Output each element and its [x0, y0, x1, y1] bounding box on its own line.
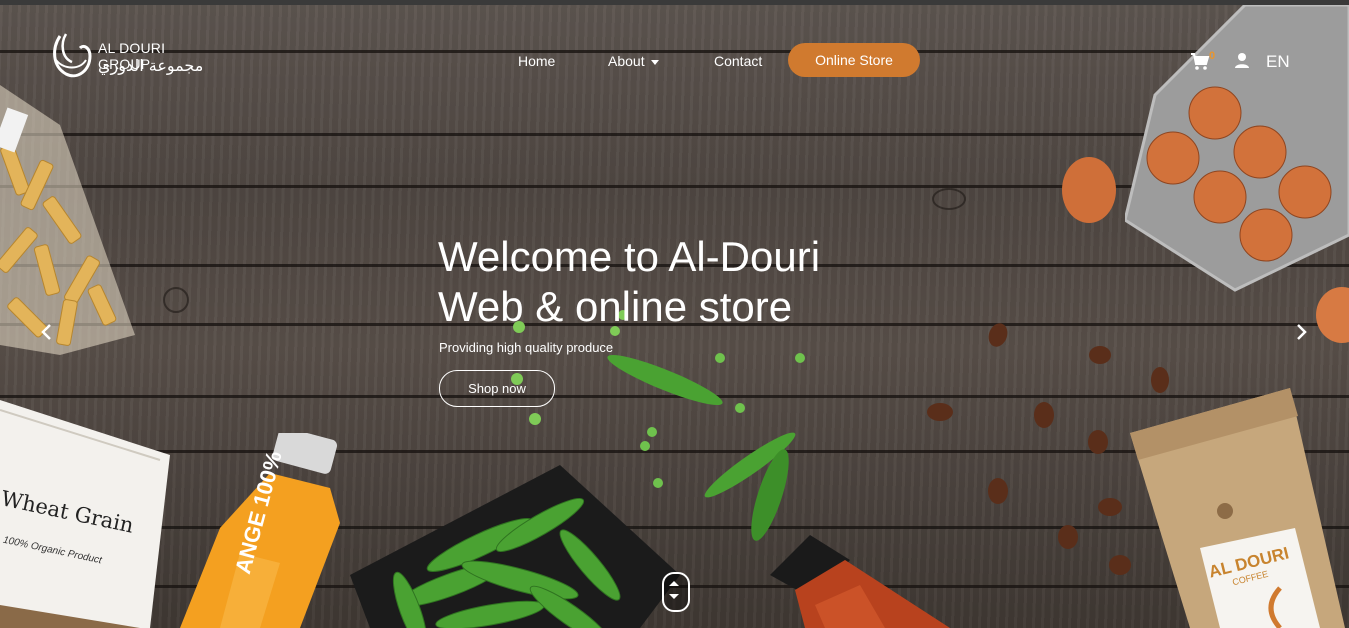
- next-slide-arrow-icon[interactable]: [1294, 323, 1308, 341]
- language-selector[interactable]: EN: [1266, 52, 1290, 72]
- online-store-button[interactable]: Online Store: [788, 43, 920, 77]
- shop-now-button[interactable]: Shop now: [439, 370, 555, 407]
- egg-carton-image: [1125, 5, 1349, 292]
- nav-about-label: About: [608, 53, 645, 69]
- hero-subtitle: Providing high quality produce: [439, 340, 614, 355]
- cart-count-badge: 0: [1209, 50, 1216, 62]
- wood-knot: [932, 188, 966, 210]
- user-account-icon[interactable]: [1234, 52, 1250, 69]
- hero-title-line-2: Web & online store: [438, 283, 793, 330]
- nav-about-dropdown[interactable]: About: [608, 53, 659, 69]
- al-douri-logo-mark-icon: [53, 33, 92, 78]
- brand-name-arabic: مجموعة الدوري: [98, 56, 204, 75]
- hero-title: Welcome to Al-Douri Web & online store: [438, 232, 898, 332]
- egg-image: [1316, 287, 1349, 343]
- scroll-arrows-icon: [669, 581, 679, 599]
- al-douri-group-logo[interactable]: AL DOURI GROUP مجموعة الدوري: [50, 30, 220, 82]
- shopping-cart-icon[interactable]: [1190, 51, 1210, 71]
- egg-image: [1062, 157, 1116, 223]
- nav-home-link[interactable]: Home: [518, 53, 555, 69]
- previous-slide-arrow-icon[interactable]: [40, 323, 54, 341]
- chevron-down-icon: [650, 59, 659, 65]
- nav-contact-link[interactable]: Contact: [714, 53, 762, 69]
- pasta-bag-image: [0, 85, 135, 355]
- al-douri-coffee-bag-image: [1130, 388, 1345, 628]
- hero-title-line-1: Welcome to Al-Douri: [438, 233, 821, 280]
- wood-knot: [163, 287, 189, 313]
- main-navigation: Home About Contact: [500, 43, 790, 77]
- scroll-down-indicator[interactable]: [662, 572, 690, 612]
- sauce-jar-image: [770, 535, 950, 628]
